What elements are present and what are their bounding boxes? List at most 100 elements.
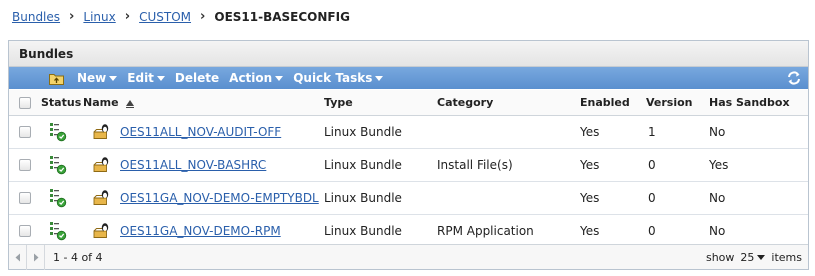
select-all-cell bbox=[19, 90, 31, 115]
status-ok-icon bbox=[49, 122, 67, 142]
quick-tasks-menu-button[interactable]: Quick Tasks bbox=[293, 71, 384, 85]
linux-bundle-icon bbox=[92, 222, 112, 240]
breadcrumb-custom[interactable]: CUSTOM bbox=[139, 10, 191, 24]
version-cell: 0 bbox=[648, 158, 656, 172]
column-name[interactable]: Name bbox=[83, 90, 134, 115]
page-size-control: show 25 items bbox=[706, 245, 802, 270]
type-cell: Linux Bundle bbox=[324, 191, 402, 205]
status-cell bbox=[49, 182, 67, 214]
row-select-cell bbox=[19, 116, 31, 148]
type-cell: Linux Bundle bbox=[324, 224, 402, 238]
bundle-name-link[interactable]: OES11ALL_NOV-AUDIT-OFF bbox=[120, 125, 281, 139]
chevron-right-icon: › bbox=[124, 8, 131, 24]
row-checkbox[interactable] bbox=[19, 192, 31, 204]
new-menu-label: New bbox=[77, 71, 107, 85]
bundles-table: Status Name Type Category Enabled Versio… bbox=[9, 90, 808, 248]
caret-down-icon bbox=[757, 255, 766, 260]
type-cell: Linux Bundle bbox=[324, 158, 402, 172]
chevron-right-icon: › bbox=[69, 8, 75, 24]
status-ok-icon bbox=[49, 188, 67, 208]
enabled-cell: Yes bbox=[580, 191, 600, 205]
category-cell: RPM Application bbox=[437, 224, 534, 238]
bundle-name-link[interactable]: OES11GA_NOV-DEMO-EMPTYBDL bbox=[120, 191, 319, 205]
edit-menu-button[interactable]: Edit bbox=[127, 71, 165, 85]
version-cell: 1 bbox=[648, 125, 656, 139]
row-checkbox[interactable] bbox=[19, 159, 31, 171]
table-row[interactable]: OES11GA_NOV-DEMO-EMPTYBDL Linux Bundle Yes… bbox=[9, 182, 808, 215]
arrow-left-icon bbox=[15, 253, 20, 261]
has-sandbox-cell: Yes bbox=[709, 158, 729, 172]
enabled-cell: Yes bbox=[580, 224, 600, 238]
next-page-button[interactable] bbox=[27, 244, 45, 270]
action-menu-button[interactable]: Action bbox=[229, 71, 284, 85]
page-size-select[interactable]: 25 bbox=[740, 251, 766, 264]
category-cell: Install File(s) bbox=[437, 158, 513, 172]
status-ok-icon bbox=[49, 221, 67, 241]
enabled-cell: Yes bbox=[580, 125, 600, 139]
column-has-sandbox[interactable]: Has Sandbox bbox=[709, 90, 790, 115]
sort-ascending-icon bbox=[125, 99, 134, 108]
column-type[interactable]: Type bbox=[324, 90, 353, 115]
new-menu-button[interactable]: New bbox=[77, 71, 118, 85]
table-row[interactable]: OES11ALL_NOV-AUDIT-OFF Linux Bundle Yes 1 No bbox=[9, 116, 808, 149]
breadcrumb-linux[interactable]: Linux bbox=[83, 10, 115, 24]
linux-bundle-icon bbox=[92, 189, 112, 207]
toolbar: New Edit Delete Action Quick Tasks bbox=[9, 67, 808, 89]
row-checkbox[interactable] bbox=[19, 126, 31, 138]
quick-tasks-label: Quick Tasks bbox=[293, 71, 373, 85]
caret-down-icon bbox=[156, 75, 165, 81]
table-header-row: Status Name Type Category Enabled Versio… bbox=[9, 90, 808, 116]
breadcrumb: Bundles › Linux › CUSTOM › OES11-BASECON… bbox=[12, 8, 350, 26]
status-cell bbox=[49, 116, 67, 148]
pagination-bar: 1 - 4 of 4 show 25 items bbox=[9, 244, 808, 270]
has-sandbox-cell: No bbox=[709, 191, 726, 205]
folder-up-icon[interactable] bbox=[49, 72, 64, 85]
select-all-checkbox[interactable] bbox=[19, 96, 31, 109]
caret-down-icon bbox=[109, 75, 118, 81]
row-select-cell bbox=[19, 215, 31, 247]
row-checkbox[interactable] bbox=[19, 225, 31, 237]
status-cell bbox=[49, 215, 67, 247]
type-cell: Linux Bundle bbox=[324, 125, 402, 139]
column-enabled[interactable]: Enabled bbox=[580, 90, 630, 115]
status-ok-icon bbox=[49, 155, 67, 175]
page-range-text: 1 - 4 of 4 bbox=[53, 250, 103, 264]
row-select-cell bbox=[19, 149, 31, 181]
version-cell: 0 bbox=[648, 224, 656, 238]
bundle-name-link[interactable]: OES11GA_NOV-DEMO-RPM bbox=[120, 224, 281, 238]
bundle-name-link[interactable]: OES11ALL_NOV-BASHRC bbox=[120, 158, 266, 172]
version-cell: 0 bbox=[648, 191, 656, 205]
caret-down-icon bbox=[375, 75, 384, 81]
column-category[interactable]: Category bbox=[437, 90, 493, 115]
column-status[interactable]: Status bbox=[41, 90, 81, 115]
delete-button[interactable]: Delete bbox=[175, 71, 219, 85]
linux-bundle-icon bbox=[92, 123, 112, 141]
column-version[interactable]: Version bbox=[646, 90, 693, 115]
arrow-right-icon bbox=[33, 253, 38, 261]
name-cell: OES11GA_NOV-DEMO-RPM bbox=[92, 215, 281, 247]
table-row[interactable]: OES11ALL_NOV-BASHRC Linux Bundle Install F… bbox=[9, 149, 808, 182]
breadcrumb-current: OES11-BASECONFIG bbox=[214, 10, 350, 24]
breadcrumb-bundles[interactable]: Bundles bbox=[12, 10, 60, 24]
show-label: show bbox=[705, 251, 735, 264]
page-size-value: 25 bbox=[740, 251, 755, 264]
chevron-right-icon: › bbox=[200, 8, 206, 24]
bundles-panel: Bundles New Edit Delete Action Quick Tas… bbox=[8, 40, 809, 270]
name-cell: OES11ALL_NOV-AUDIT-OFF bbox=[92, 116, 281, 148]
panel-title: Bundles bbox=[9, 41, 808, 67]
caret-down-icon bbox=[275, 75, 284, 81]
has-sandbox-cell: No bbox=[709, 224, 726, 238]
linux-bundle-icon bbox=[92, 156, 112, 174]
previous-page-button[interactable] bbox=[9, 244, 27, 270]
column-name-label: Name bbox=[83, 96, 119, 109]
refresh-icon[interactable] bbox=[786, 70, 802, 86]
name-cell: OES11ALL_NOV-BASHRC bbox=[92, 149, 266, 181]
enabled-cell: Yes bbox=[580, 158, 600, 172]
name-cell: OES11GA_NOV-DEMO-EMPTYBDL bbox=[92, 182, 319, 214]
edit-menu-label: Edit bbox=[127, 71, 154, 85]
items-label: items bbox=[771, 251, 802, 264]
status-cell bbox=[49, 149, 67, 181]
action-menu-label: Action bbox=[229, 71, 273, 85]
row-select-cell bbox=[19, 182, 31, 214]
has-sandbox-cell: No bbox=[709, 125, 726, 139]
